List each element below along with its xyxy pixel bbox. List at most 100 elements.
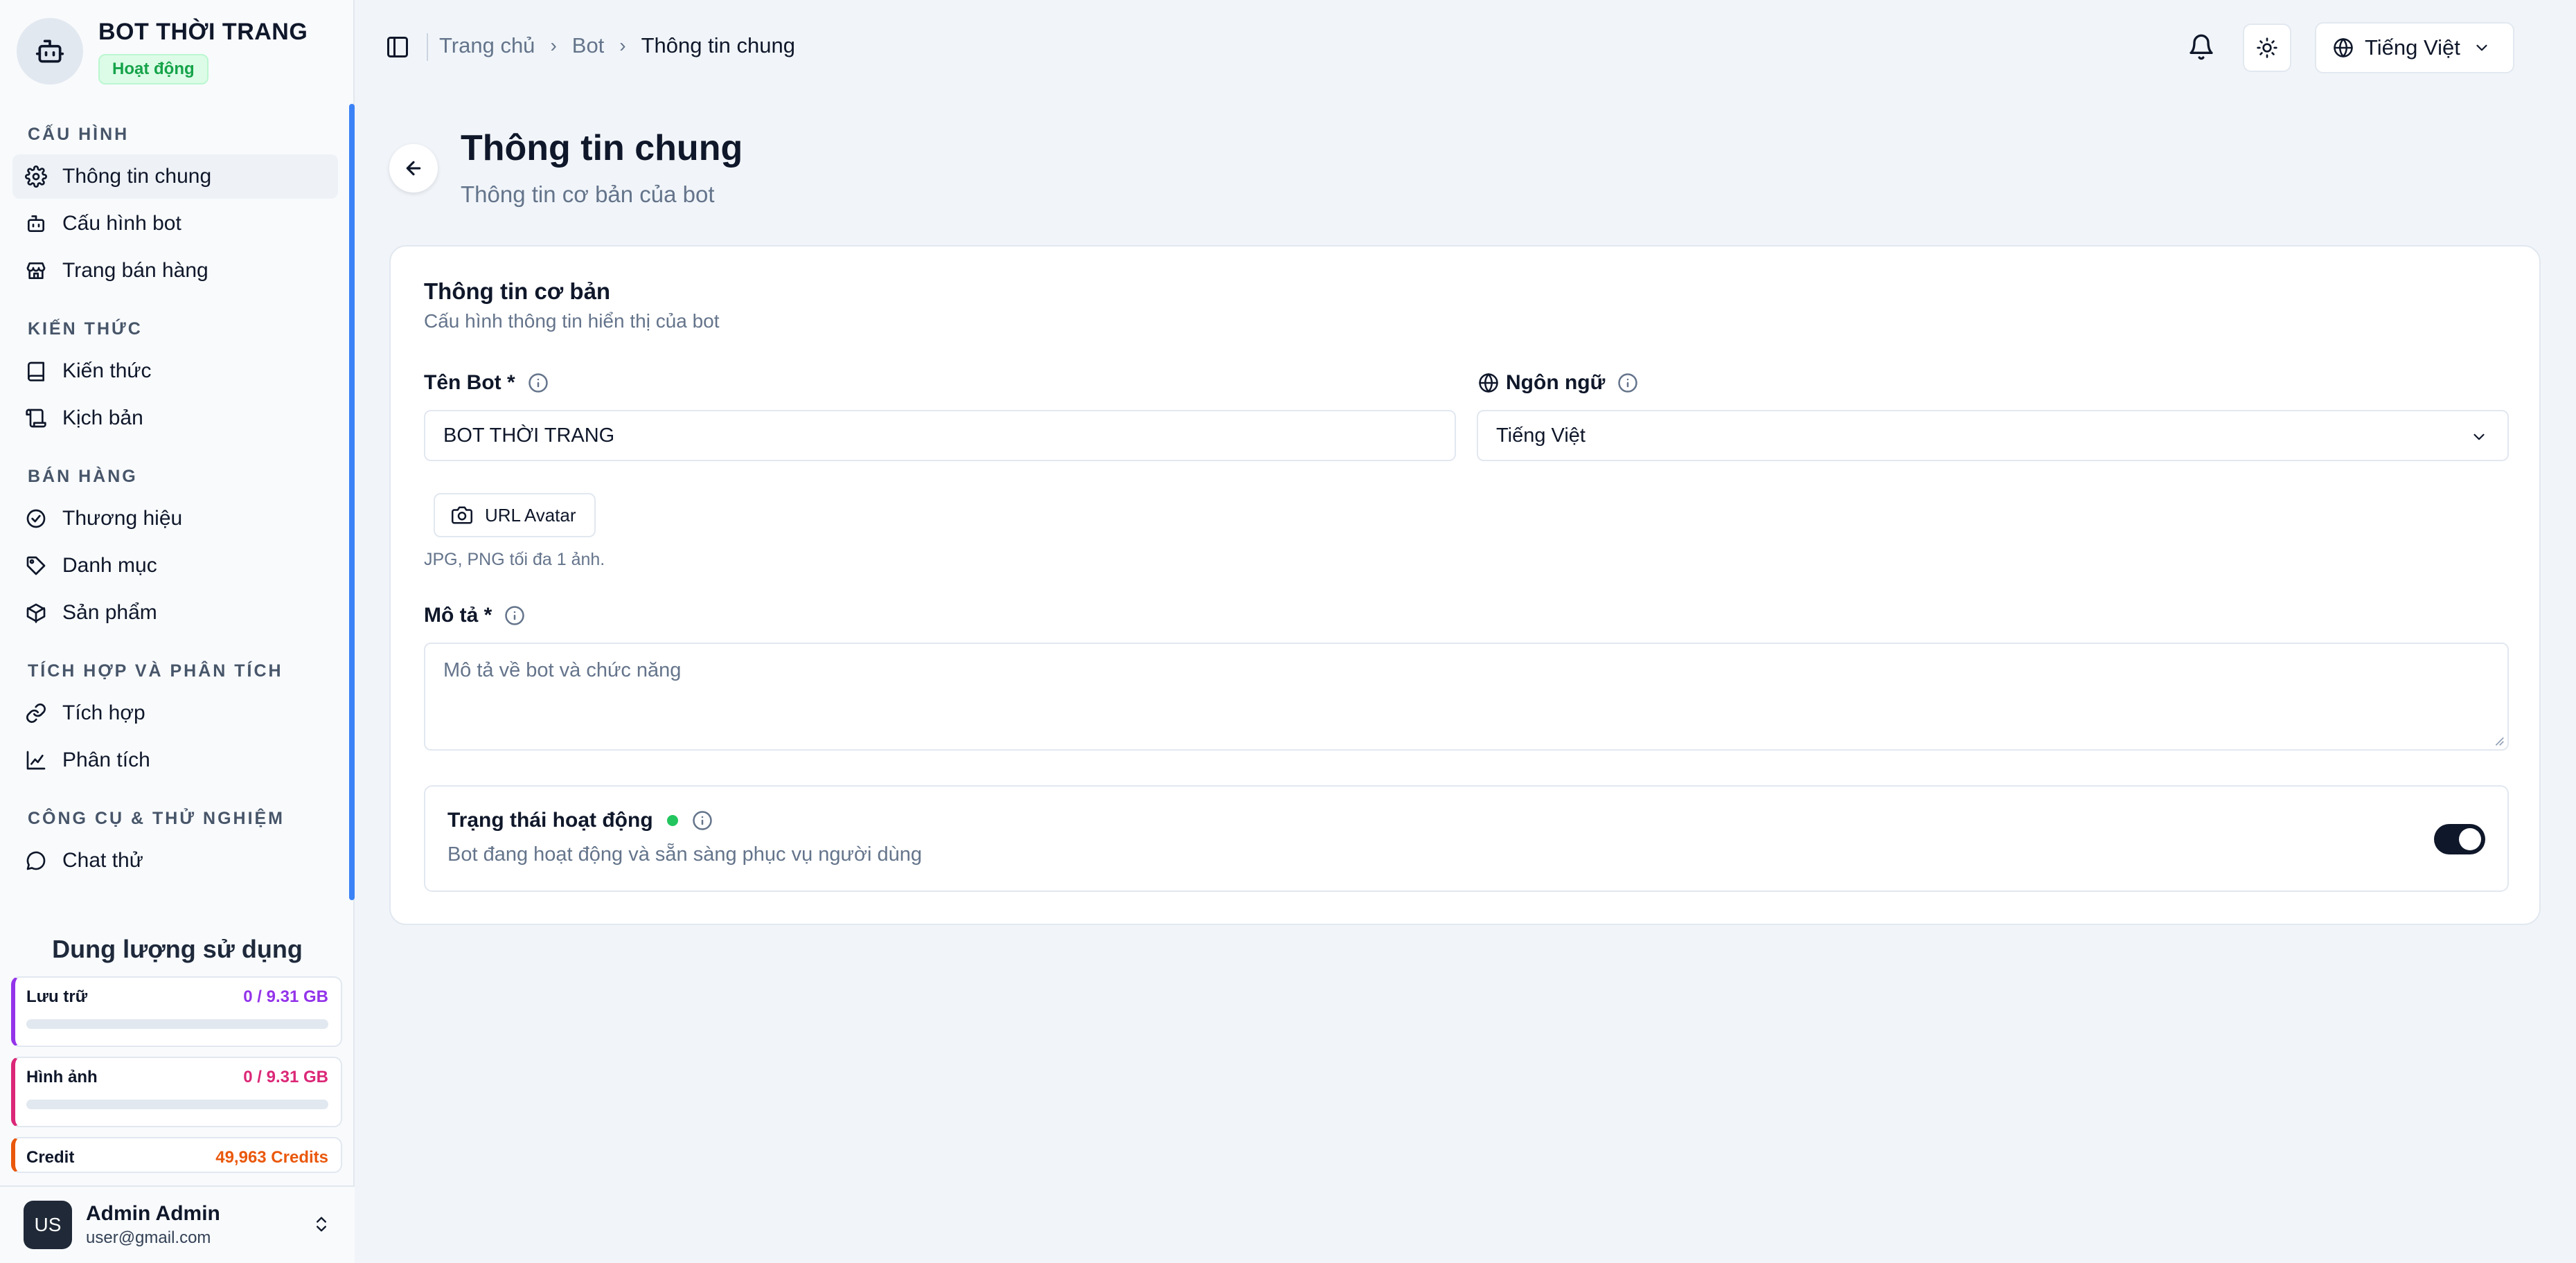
usage-panel: Dung lượng sử dụng Lưu trữ 0 / 9.31 GB H… (0, 935, 355, 1183)
chevron-right-icon: › (619, 35, 626, 56)
status-dot-icon (666, 815, 678, 826)
globe-icon (2334, 38, 2353, 57)
usage-label: Hình ảnh (26, 1068, 98, 1086)
description-textarea[interactable]: Mô tả về bot và chức năng (424, 643, 2509, 751)
scroll-icon (26, 409, 46, 428)
topbar: Trang chủ › Bot › Thông tin chung Tiếng … (355, 0, 2576, 94)
description-label: Mô tả * (424, 604, 525, 627)
language-select-value: Tiếng Việt (2365, 35, 2460, 60)
divider (427, 33, 428, 61)
arrow-left-icon (406, 161, 421, 176)
usage-value: 0 / 9.31 GB (243, 987, 328, 1006)
language-label: Ngôn ngữ (1478, 371, 1638, 395)
box-icon (26, 603, 46, 623)
avatar-url-button-label: URL Avatar (485, 504, 576, 526)
card-title: Thông tin cơ bản (424, 278, 611, 304)
info-icon[interactable] (504, 605, 525, 626)
sidebar-item-brand[interactable]: Thương hiệu (12, 496, 338, 541)
status-title-text: Trạng thái hoạt động (447, 809, 653, 832)
sidebar-item-chat-test[interactable]: Chat thử (12, 839, 338, 883)
camera-icon (452, 506, 472, 524)
status-badge: Hoạt động (98, 53, 208, 84)
usage-progress-bar (26, 1100, 328, 1109)
back-button[interactable] (389, 144, 438, 192)
tags-icon (26, 556, 46, 575)
usage-credit-card: Credit 49,963 Credits (11, 1137, 342, 1173)
theme-toggle-button[interactable] (2243, 24, 2291, 72)
bot-name-input[interactable]: BOT THỜI TRANG (424, 410, 1456, 461)
sidebar-item-integration[interactable]: Tích hợp (12, 691, 338, 735)
nav-section-title: BÁN HÀNG (28, 467, 138, 486)
sidebar-item-sales-page[interactable]: Trang bán hàng (12, 249, 338, 293)
status-description: Bot đang hoạt động và sẵn sàng phục vụ n… (447, 843, 922, 866)
page-title: Thông tin chung (461, 128, 743, 168)
sidebar-item-label: Chat thử (62, 849, 143, 872)
badge-check-icon (26, 509, 46, 528)
bell-icon[interactable] (2187, 33, 2215, 61)
brand[interactable]: BOT THỜI TRANG Hoạt động (17, 17, 342, 86)
avatar-hint: JPG, PNG tối đa 1 ảnh. (424, 550, 605, 569)
info-icon[interactable] (692, 810, 713, 831)
sidebar-item-analytics[interactable]: Phân tích (12, 738, 338, 782)
nav-section-title: CẤU HÌNH (28, 125, 130, 144)
brand-name: BOT THỜI TRANG (98, 18, 308, 45)
nav-section-title: CÔNG CỤ & THỬ NGHIỆM (28, 809, 285, 828)
chevron-down-icon (2476, 44, 2487, 51)
basic-info-card: Thông tin cơ bản Cấu hình thông tin hiển… (389, 245, 2541, 925)
sidebar-item-label: Kịch bản (62, 406, 143, 429)
gear-icon (25, 165, 47, 188)
status-toggle[interactable] (2434, 824, 2485, 854)
breadcrumb-current: Thông tin chung (641, 33, 795, 57)
language-dropdown[interactable]: Tiếng Việt (1477, 410, 2509, 461)
bot-logo-icon (17, 18, 83, 84)
breadcrumb-bot-link[interactable]: Bot (572, 33, 605, 58)
usage-label: Lưu trữ (26, 987, 88, 1006)
sun-icon (2257, 37, 2277, 58)
sidebar-item-products[interactable]: Sản phẩm (12, 591, 338, 635)
user-name: Admin Admin (86, 1202, 220, 1225)
globe-icon (1479, 373, 1498, 393)
info-icon[interactable] (528, 373, 549, 393)
usage-value: 0 / 9.31 GB (243, 1068, 328, 1086)
usage-storage-card: Lưu trữ 0 / 9.31 GB (11, 976, 342, 1047)
card-subtitle: Cấu hình thông tin hiển thị của bot (424, 310, 720, 332)
sidebar-item-knowledge[interactable]: Kiến thức (12, 349, 338, 393)
sidebar-item-label: Thương hiệu (62, 507, 183, 530)
status-title: Trạng thái hoạt động (447, 809, 713, 832)
chart-line-icon (26, 751, 46, 770)
sidebar-item-label: Cấu hình bot (62, 212, 181, 235)
language-dropdown-value: Tiếng Việt (1496, 424, 1585, 447)
chevrons-up-down-icon (317, 1217, 326, 1232)
sidebar-item-label: Trang bán hàng (62, 259, 208, 282)
link-icon (26, 704, 46, 723)
sidebar-item-category[interactable]: Danh mục (12, 544, 338, 588)
user-menu[interactable]: US Admin Admin user@gmail.com (0, 1185, 355, 1263)
status-box: Trạng thái hoạt động Bot đang hoạt động … (424, 785, 2509, 892)
avatar-url-button[interactable]: URL Avatar (434, 493, 596, 537)
store-icon (26, 262, 46, 279)
description-label-text: Mô tả * (424, 604, 492, 627)
bot-icon (28, 215, 44, 232)
sidebar-toggle-icon[interactable] (385, 35, 410, 60)
sidebar-item-scripts[interactable]: Kịch bản (12, 396, 338, 440)
chat-icon (26, 851, 46, 870)
sidebar-item-general-info[interactable]: Thông tin chung (12, 154, 338, 199)
sidebar-scrollbar[interactable] (349, 104, 355, 900)
info-icon[interactable] (1617, 373, 1638, 393)
avatar: US (24, 1201, 72, 1249)
sidebar-item-bot-config[interactable]: Cấu hình bot (12, 201, 338, 246)
chevron-down-icon (2473, 433, 2485, 440)
bot-name-label-text: Tên Bot * (424, 371, 515, 394)
book-icon (28, 361, 44, 382)
description-placeholder: Mô tả về bot và chức năng (443, 659, 682, 681)
sidebar-nav: CẤU HÌNH Thông tin chung Cấu hình bot Tr… (0, 104, 355, 935)
usage-value: 49,963 Credits (215, 1148, 328, 1167)
breadcrumb-home-link[interactable]: Trang chủ (439, 33, 535, 58)
sidebar-item-label: Phân tích (62, 749, 150, 771)
sidebar-item-label: Kiến thức (62, 359, 152, 382)
resize-handle-icon[interactable] (2492, 734, 2505, 746)
sidebar-item-label: Sản phẩm (62, 601, 157, 624)
usage-title: Dung lượng sử dụng (52, 935, 303, 963)
language-select[interactable]: Tiếng Việt (2315, 22, 2514, 73)
nav-section-title: KIẾN THỨC (28, 319, 143, 339)
